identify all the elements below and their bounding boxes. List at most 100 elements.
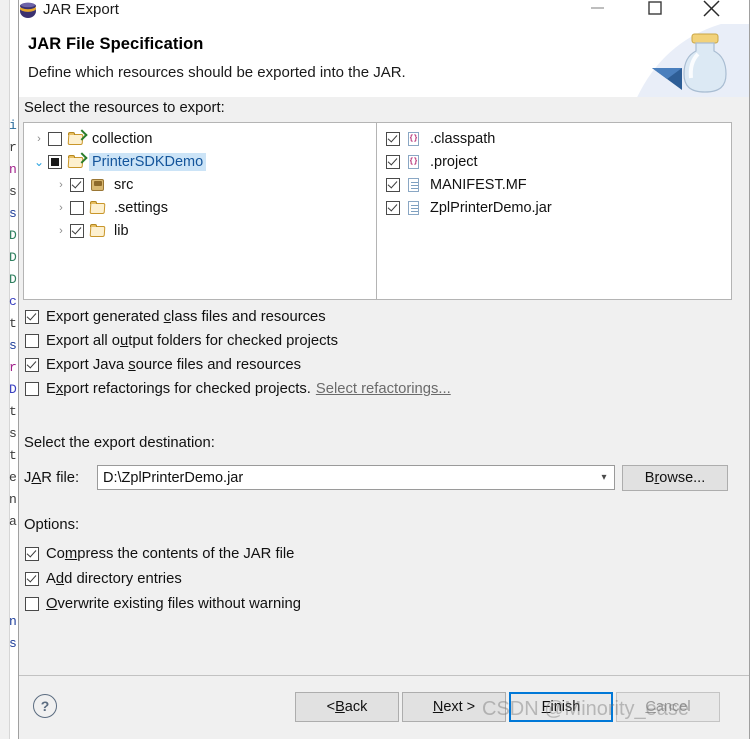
export-option-0[interactable]: Export generated class files and resourc… [25,309,326,325]
option-checkbox[interactable] [25,597,39,611]
folder-icon [89,200,107,216]
resources-label: Select the resources to export: [24,100,225,116]
window-title: JAR Export [43,1,119,18]
editor-code-char: n [9,162,17,177]
editor-code-char: r [9,140,17,155]
tree-row-label: PrinterSDKDemo [89,152,207,171]
option-1[interactable]: Add directory entries [25,571,182,587]
cancel-button[interactable]: Cancel [616,692,720,722]
file-checkbox[interactable] [386,177,400,192]
option-checkbox[interactable] [25,572,39,586]
editor-code-char: t [9,448,17,463]
folder-open-icon [67,151,88,170]
tree-checkbox[interactable] [48,154,62,169]
export-option-label: Export generated class files and resourc… [46,309,326,325]
text-file-icon [405,200,423,216]
option-label: Overwrite existing files without warning [46,596,301,612]
background-left-editor: irnssDDDctsrDtstenans [0,0,20,739]
tree-checkbox[interactable] [70,200,84,215]
export-option-checkbox[interactable] [25,334,39,348]
tree-row-src[interactable]: › src [24,173,378,196]
maximize-button[interactable] [632,0,677,24]
jar-bottle-icon [634,24,749,97]
file-row[interactable]: MANIFEST.MF [377,173,731,196]
option-0[interactable]: Compress the contents of the JAR file [25,546,294,562]
chevron-right-icon[interactable]: › [52,202,70,214]
export-option-3[interactable]: Export refactorings for checked projects… [25,381,451,397]
xml-file-icon: {} [405,131,423,147]
destination-label: Select the export destination: [24,435,215,451]
text-file-icon [405,177,423,193]
file-row[interactable]: ZplPrinterDemo.jar [377,196,731,219]
file-checkbox[interactable] [386,131,400,146]
option-checkbox[interactable] [25,547,39,561]
chevron-right-icon[interactable]: › [30,133,48,145]
dialog-header: JAR File Specification Define which reso… [19,24,749,98]
editor-code-char: e [9,470,17,485]
dialog-footer: ? < Back Next > Finish Cancel [19,675,749,739]
minimize-button[interactable] [575,0,620,24]
finish-button[interactable]: Finish [509,692,613,722]
editor-code-char: s [9,338,17,353]
chevron-down-icon[interactable]: ⌄ [30,155,48,169]
editor-code-char: s [9,206,17,221]
tree-checkbox[interactable] [70,177,84,192]
tree-row-label: src [114,176,134,193]
editor-code-char: c [9,294,17,309]
file-row-label: MANIFEST.MF [430,176,527,193]
export-option-label: Export Java source files and resources [46,357,301,373]
editor-code-char: i [9,118,17,133]
export-option-1[interactable]: Export all output folders for checked pr… [25,333,338,349]
package-icon [89,177,107,193]
chevron-right-icon[interactable]: › [52,179,70,191]
back-button[interactable]: < Back [295,692,399,722]
help-icon[interactable]: ? [33,694,57,718]
select-refactorings-link[interactable]: Select refactorings... [316,381,451,397]
tree-row-printersdkdemo[interactable]: ⌄ PrinterSDKDemo [24,150,378,173]
tree-row-lib[interactable]: › lib [24,219,378,242]
editor-code-char: s [9,184,17,199]
export-option-checkbox[interactable] [25,310,39,324]
close-button[interactable] [689,0,734,24]
export-option-checkbox[interactable] [25,358,39,372]
file-checkbox[interactable] [386,200,400,215]
file-row[interactable]: {} .project [377,150,731,173]
resource-tree[interactable]: › collection ⌄ PrinterSDKDemo › src › .settings… [23,122,379,300]
editor-code-char: a [9,514,17,529]
export-option-label: Export all output folders for checked pr… [46,333,338,349]
dialog-body: Select the resources to export: › collect… [19,97,749,675]
file-row-label: ZplPrinterDemo.jar [430,199,552,216]
browse-button[interactable]: Br owse... [622,465,728,491]
tree-checkbox[interactable] [48,131,62,146]
editor-code-char: D [9,228,17,243]
page-title: JAR File Specification [28,35,204,53]
chevron-right-icon[interactable]: › [52,225,70,237]
export-option-label: Export refactorings for checked projects… [46,381,311,397]
next-button[interactable]: Next > [402,692,506,722]
file-row-label: .project [430,153,478,170]
page-description: Define which resources should be exporte… [28,64,406,81]
chevron-down-icon[interactable]: ▾ [594,472,614,483]
export-option-2[interactable]: Export Java source files and resources [25,357,301,373]
editor-code-char: D [9,272,17,287]
file-list[interactable]: {} .classpath {} .project MANIFEST.MF ZplPrin… [376,122,732,300]
tree-row-settings[interactable]: › .settings [24,196,378,219]
editor-code-char: s [9,636,17,651]
option-label: Compress the contents of the JAR file [46,546,295,562]
tree-row-collection[interactable]: › collection [24,127,378,150]
jar-file-input[interactable] [98,469,594,486]
editor-code-char: n [9,492,17,507]
export-option-checkbox[interactable] [25,382,39,396]
file-checkbox[interactable] [386,154,400,169]
option-2[interactable]: Overwrite existing files without warning [25,596,301,612]
file-row-label: .classpath [430,130,496,147]
editor-code-char: D [9,382,17,397]
jar-file-combo[interactable]: ▾ [97,465,615,490]
tree-row-label: collection [92,130,153,147]
tree-row-label: .settings [114,199,168,216]
tree-row-label: lib [114,222,129,239]
file-row[interactable]: {} .classpath [377,127,731,150]
tree-checkbox[interactable] [70,223,84,238]
jar-export-dialog: JAR Export JAR File Specification Define… [18,0,750,739]
jar-file-label: JAR file: [24,470,80,486]
